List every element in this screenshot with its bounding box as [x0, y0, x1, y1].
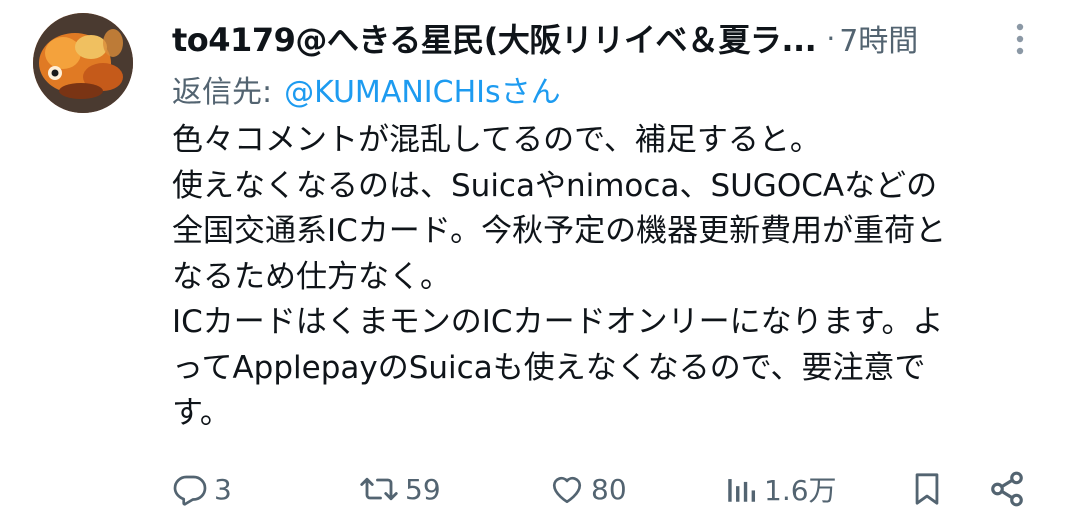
reply-button[interactable]: 3 — [172, 466, 232, 512]
author-name[interactable]: to4179@へきる星民(大阪リリイベ＆夏ラ... — [172, 15, 816, 61]
retweet-icon — [360, 477, 398, 501]
tweet-text-line: ってApplepayのSuicaも使えなくなるので、要注意で — [172, 349, 926, 386]
views-button[interactable]: 1.6万 — [724, 466, 837, 512]
retweet-count: 59 — [405, 472, 441, 506]
action-bar: 3 59 80 1.6万 — [172, 466, 1032, 512]
reply-bubble-icon — [173, 475, 207, 506]
reply-context: 返信先: @KUMANICHIsさん — [172, 68, 561, 110]
time-separator: · — [826, 21, 836, 55]
avatar[interactable] — [33, 13, 133, 113]
like-count: 80 — [591, 472, 627, 506]
share-icon — [991, 471, 1023, 507]
tweet-header: to4179@へきる星民(大阪リリイベ＆夏ラ... · 7時間 — [172, 14, 1032, 62]
tweet-text-line: なるため仕方なく。 — [172, 258, 451, 295]
view-count: 1.6万 — [764, 474, 837, 507]
retweet-button[interactable]: 59 — [359, 466, 441, 512]
share-button[interactable] — [988, 466, 1026, 512]
bookmark-icon — [915, 473, 939, 505]
tweet-text-line: す。 — [172, 395, 231, 431]
tweet-text-line: ICカードはくまモンのICカードオンリーになります。よ — [172, 304, 944, 340]
reply-count: 3 — [214, 472, 232, 506]
tweet-text-line: 全国交通系ICカード。今秋予定の機器更新費用が重荷と — [172, 213, 947, 249]
timestamp[interactable]: 7時間 — [839, 16, 918, 60]
bookmark-button[interactable] — [910, 466, 944, 512]
goldfish-avatar-image — [33, 13, 133, 113]
reply-prefix: 返信先: — [172, 75, 273, 110]
reply-handle-link[interactable]: @KUMANICHIsさん — [284, 67, 561, 111]
tweet-text: 色々コメントが混乱してるので、補足すると。 使えなくなるのは、Suicaやnim… — [172, 118, 1052, 437]
more-vertical-icon[interactable] — [1008, 20, 1032, 58]
tweet-text-line: 使えなくなるのは、Suicaやnimoca、SUGOCAなどの — [172, 167, 938, 204]
like-button[interactable]: 80 — [549, 466, 627, 512]
bar-chart-icon — [728, 479, 756, 502]
heart-icon — [552, 476, 582, 504]
tweet-text-line: 色々コメントが混乱してるので、補足すると。 — [172, 122, 821, 158]
